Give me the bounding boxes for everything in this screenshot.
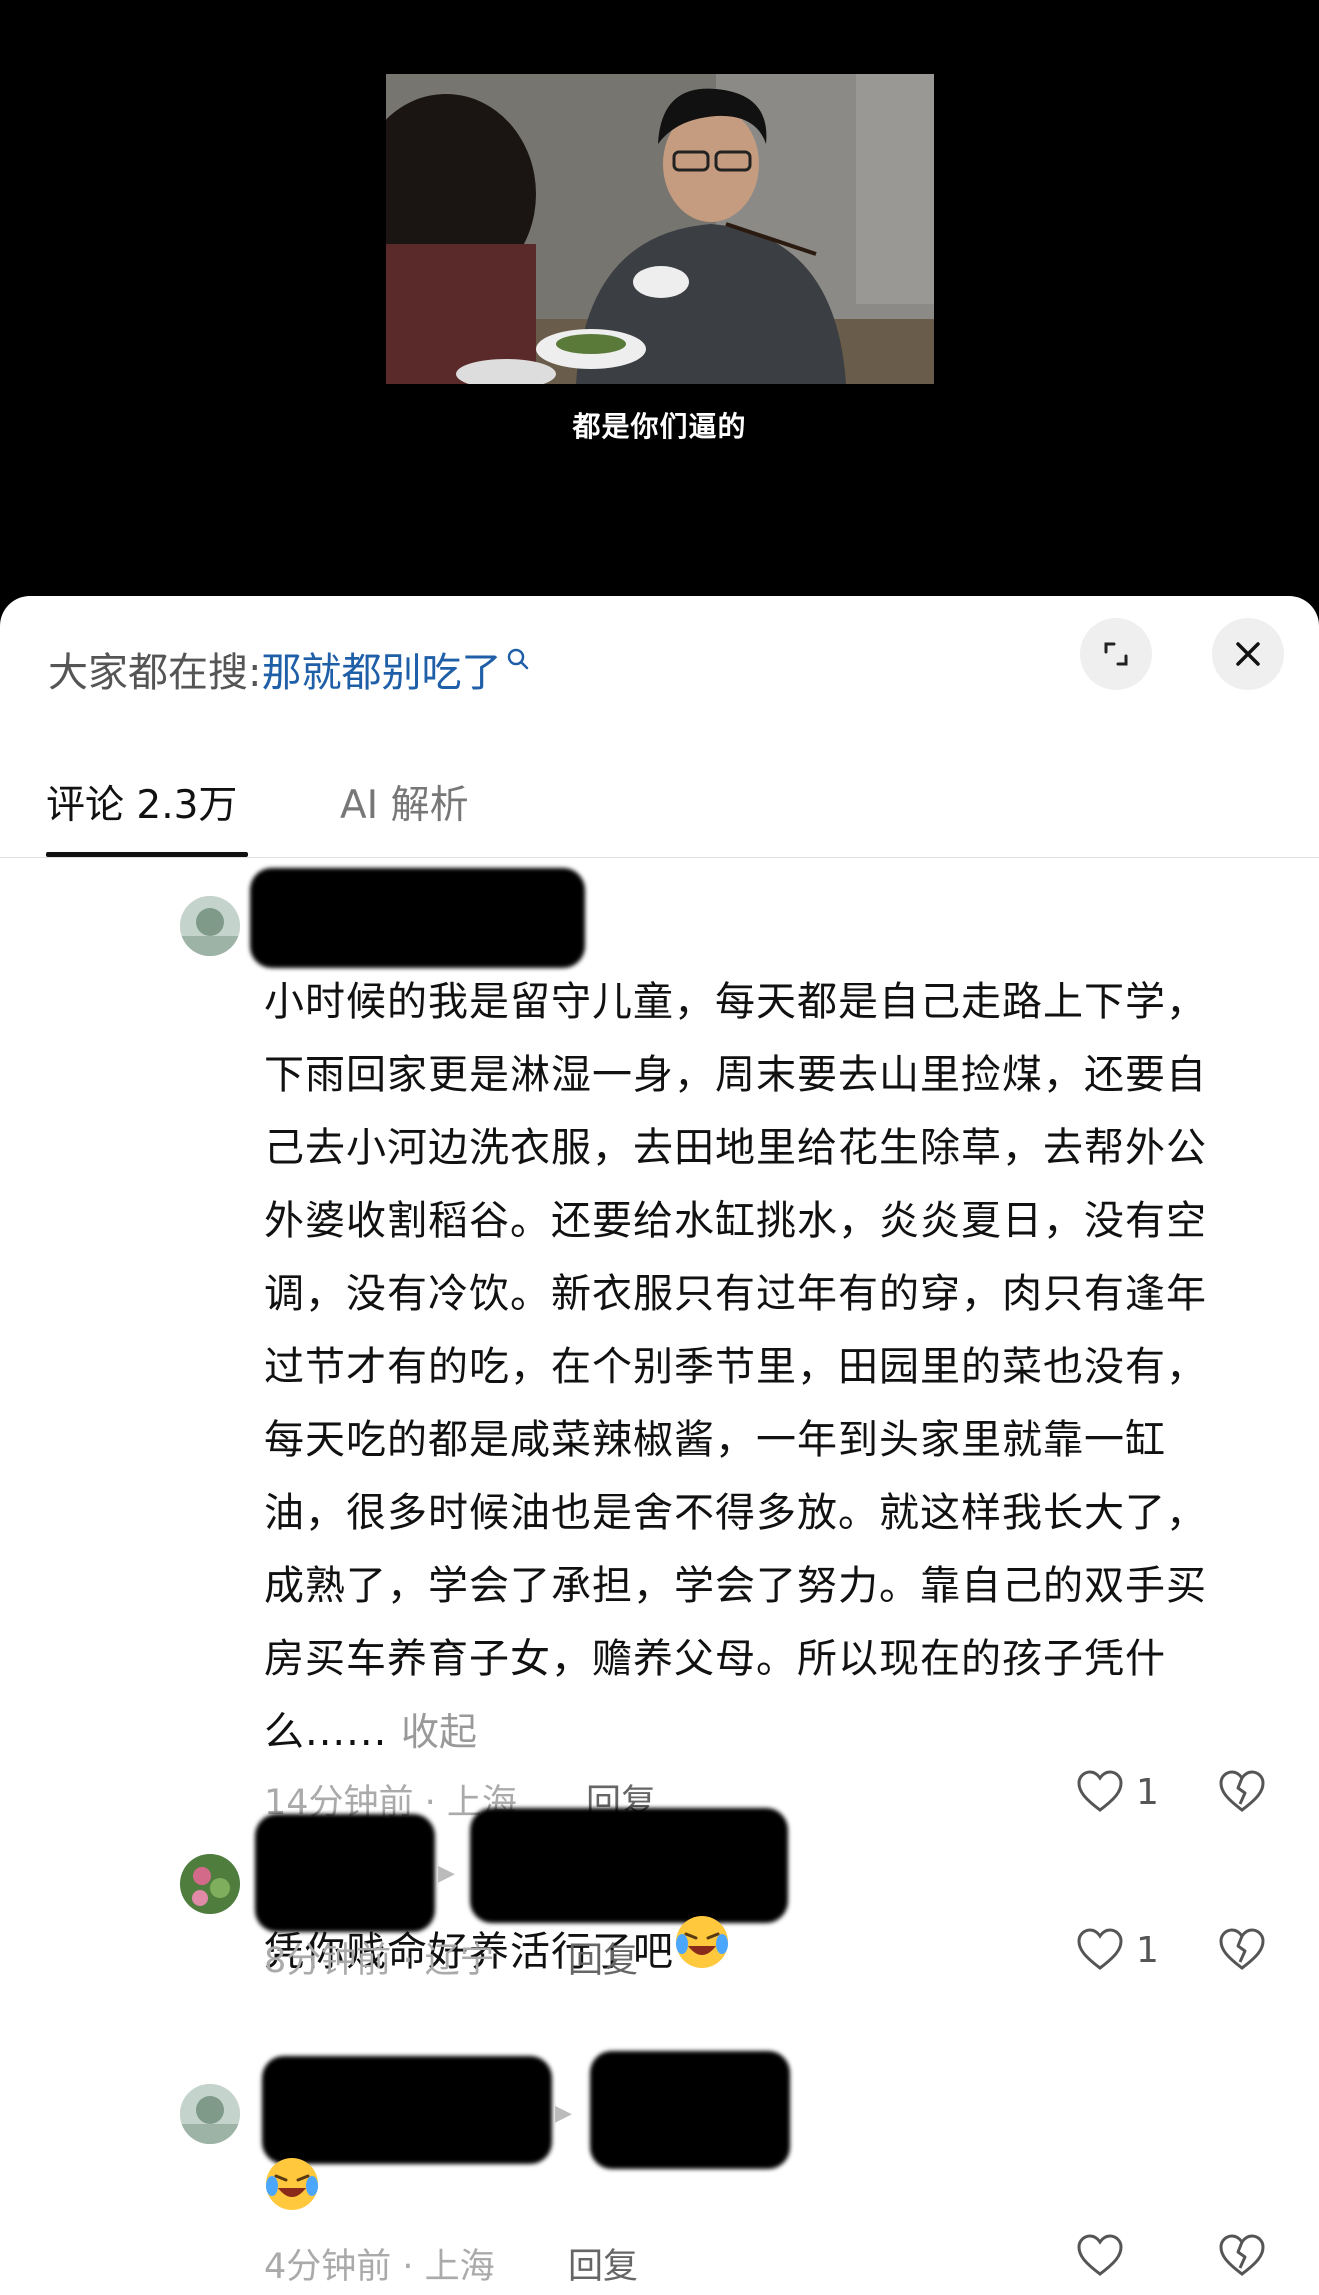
comment-text: [264, 2156, 1244, 2236]
comment-meta: 8分钟前 · 辽宁: [264, 1941, 495, 1981]
avatar[interactable]: [180, 2084, 240, 2144]
video-frame[interactable]: [386, 74, 934, 384]
broken-heart-icon: [1219, 1770, 1265, 1812]
heart-icon: [1077, 1928, 1123, 1970]
redacted-reply-target: [590, 2051, 790, 2169]
dislike-button[interactable]: [1216, 2230, 1276, 2290]
search-icon: [505, 640, 531, 686]
tab-comments[interactable]: 评论 2.3万: [46, 774, 237, 830]
expand-button[interactable]: [1080, 618, 1152, 690]
like-count: 1: [1136, 1930, 1159, 1971]
trending-search-term[interactable]: 那就都别吃了: [261, 650, 501, 696]
like-button[interactable]: 1: [1074, 1924, 1194, 1984]
video-scene-image: [386, 74, 934, 384]
avatar[interactable]: [180, 896, 240, 956]
like-button[interactable]: [1074, 2230, 1194, 2290]
video-subtitle: 都是你们逼的: [572, 410, 747, 443]
collapse-link[interactable]: 收起: [401, 1710, 477, 1754]
reply-arrow-icon: ▶: [555, 2101, 572, 2126]
dislike-button[interactable]: [1216, 1766, 1276, 1826]
comment-text: 小时候的我是留守儿童，每天都是自己走路上下学，下雨回家更是淋湿一身，周末要去山里…: [264, 979, 1207, 1755]
reply-arrow-icon: ▶: [438, 1861, 455, 1886]
comment-meta: 4分钟前 · 上海: [264, 2247, 495, 2287]
dislike-button[interactable]: [1216, 1924, 1276, 1984]
like-button[interactable]: 1: [1074, 1766, 1194, 1826]
trending-search-label: 大家都在搜:: [48, 650, 262, 696]
reply-button[interactable]: 回复: [568, 1932, 638, 1983]
like-count: 1: [1136, 1772, 1159, 1813]
trending-search[interactable]: 大家都在搜:那就都别吃了: [48, 640, 531, 698]
close-button[interactable]: [1212, 618, 1284, 690]
broken-heart-icon: [1219, 1928, 1265, 1970]
avatar[interactable]: [180, 1854, 240, 1914]
redacted-username: [262, 2056, 552, 2164]
laughing-crying-emoji-icon: [264, 2156, 320, 2236]
tab-ai-analysis[interactable]: AI 解析: [340, 774, 469, 830]
redacted-reply-target: [470, 1808, 788, 1923]
broken-heart-icon: [1219, 2234, 1265, 2276]
close-icon: [1236, 642, 1260, 666]
heart-icon: [1077, 1770, 1123, 1812]
divider: [0, 857, 1319, 858]
redacted-username: [250, 868, 585, 968]
expand-icon: [1104, 642, 1128, 666]
reply-button[interactable]: 回复: [568, 2238, 638, 2289]
laughing-crying-emoji-icon: [674, 1914, 730, 1994]
comment-sheet: 大家都在搜:那就都别吃了 评论 2.3万 AI 解析 小时候的我是留守儿童，每天…: [0, 596, 1319, 2295]
heart-icon: [1077, 2234, 1123, 2276]
